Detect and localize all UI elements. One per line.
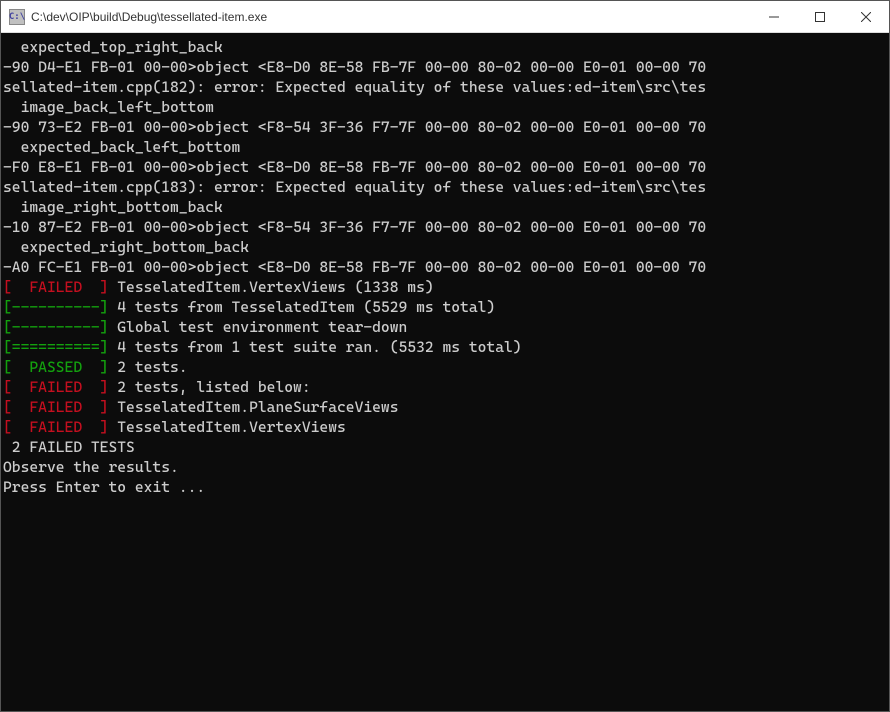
terminal-line: -90 D4-E1 FB-01 00-00>object <E8-D0 8E-5… xyxy=(3,57,887,77)
maximize-icon xyxy=(815,12,825,22)
terminal-line: -90 73-E2 FB-01 00-00>object <F8-54 3F-3… xyxy=(3,117,887,137)
terminal-line: [----------] Global test environment tea… xyxy=(3,317,887,337)
terminal-line: -A0 FC-E1 FB-01 00-00>object <E8-D0 8E-5… xyxy=(3,257,887,277)
terminal-line: image_right_bottom_back xyxy=(3,197,887,217)
terminal-segment: [ FAILED ] xyxy=(3,398,108,416)
terminal-segment: 4 tests from TesselatedItem (5529 ms tot… xyxy=(108,298,495,316)
window-title: C:\dev\OIP\build\Debug\tessellated-item.… xyxy=(31,10,751,24)
terminal-line: sellated-item.cpp(183): error: Expected … xyxy=(3,177,887,197)
terminal-segment: expected_top_right_back xyxy=(3,38,223,56)
terminal-segment: expected_back_left_bottom xyxy=(3,138,240,156)
terminal-line: Observe the results. xyxy=(3,457,887,477)
terminal-segment: Press Enter to exit ... xyxy=(3,478,205,496)
terminal-segment: [ FAILED ] xyxy=(3,418,108,436)
terminal-segment: Global test environment tear-down xyxy=(108,318,407,336)
terminal-segment: [ PASSED ] xyxy=(3,358,108,376)
window-controls xyxy=(751,1,889,32)
terminal-segment: [----------] xyxy=(3,298,108,316)
close-button[interactable] xyxy=(843,1,889,32)
terminal-segment: 2 tests. xyxy=(108,358,187,376)
terminal-segment: [ FAILED ] xyxy=(3,378,108,396)
terminal-output[interactable]: expected_top_right_back -90 D4-E1 FB-01 0… xyxy=(1,33,889,711)
terminal-segment: -90 D4-E1 FB-01 00-00>object <E8-D0 8E-5… xyxy=(3,58,706,76)
terminal-line: [==========] 4 tests from 1 test suite r… xyxy=(3,337,887,357)
terminal-line: sellated-item.cpp(182): error: Expected … xyxy=(3,77,887,97)
terminal-line: expected_back_left_bottom xyxy=(3,137,887,157)
minimize-button[interactable] xyxy=(751,1,797,32)
terminal-line: [----------] 4 tests from TesselatedItem… xyxy=(3,297,887,317)
terminal-segment: Observe the results. xyxy=(3,458,179,476)
terminal-line: -F0 E8-E1 FB-01 00-00>object <E8-D0 8E-5… xyxy=(3,157,887,177)
terminal-segment: -90 73-E2 FB-01 00-00>object <F8-54 3F-3… xyxy=(3,118,706,136)
terminal-segment: expected_right_bottom_back xyxy=(3,238,249,256)
terminal-line: 2 FAILED TESTS xyxy=(3,437,887,457)
terminal-segment: [----------] xyxy=(3,318,108,336)
terminal-line: expected_right_bottom_back xyxy=(3,237,887,257)
terminal-segment: sellated-item.cpp(182): error: Expected … xyxy=(3,78,706,96)
terminal-line: [ FAILED ] TesselatedItem.VertexViews xyxy=(3,417,887,437)
terminal-segment: sellated-item.cpp(183): error: Expected … xyxy=(3,178,706,196)
terminal-line: [ FAILED ] TesselatedItem.VertexViews (1… xyxy=(3,277,887,297)
terminal-segment: 2 FAILED TESTS xyxy=(3,438,135,456)
minimize-icon xyxy=(769,12,779,22)
terminal-segment: TesselatedItem.PlaneSurfaceViews xyxy=(108,398,398,416)
terminal-segment: -A0 FC-E1 FB-01 00-00>object <E8-D0 8E-5… xyxy=(3,258,706,276)
terminal-segment: image_right_bottom_back xyxy=(3,198,223,216)
terminal-segment: [==========] xyxy=(3,338,108,356)
terminal-segment: TesselatedItem.VertexViews (1338 ms) xyxy=(108,278,433,296)
terminal-line: Press Enter to exit ... xyxy=(3,477,887,497)
maximize-button[interactable] xyxy=(797,1,843,32)
terminal-segment: -F0 E8-E1 FB-01 00-00>object <E8-D0 8E-5… xyxy=(3,158,706,176)
app-window: C:\ C:\dev\OIP\build\Debug\tessellated-i… xyxy=(0,0,890,712)
terminal-line: [ FAILED ] TesselatedItem.PlaneSurfaceVi… xyxy=(3,397,887,417)
close-icon xyxy=(861,12,871,22)
terminal-line: [ FAILED ] 2 tests, listed below: xyxy=(3,377,887,397)
terminal-segment: TesselatedItem.VertexViews xyxy=(108,418,345,436)
terminal-line: image_back_left_bottom xyxy=(3,97,887,117)
terminal-segment: [ FAILED ] xyxy=(3,278,108,296)
terminal-segment: 2 tests, listed below: xyxy=(108,378,310,396)
terminal-line: -10 87-E2 FB-01 00-00>object <F8-54 3F-3… xyxy=(3,217,887,237)
terminal-line: [ PASSED ] 2 tests. xyxy=(3,357,887,377)
terminal-segment: image_back_left_bottom xyxy=(3,98,214,116)
terminal-line: expected_top_right_back xyxy=(3,37,887,57)
titlebar: C:\ C:\dev\OIP\build\Debug\tessellated-i… xyxy=(1,1,889,33)
app-icon: C:\ xyxy=(9,9,25,25)
terminal-segment: 4 tests from 1 test suite ran. (5532 ms … xyxy=(108,338,521,356)
terminal-segment: -10 87-E2 FB-01 00-00>object <F8-54 3F-3… xyxy=(3,218,706,236)
